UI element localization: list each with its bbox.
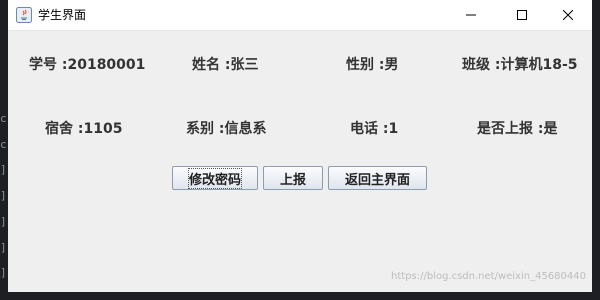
back-to-main-button[interactable]: 返回主界面 (328, 166, 427, 190)
maximize-icon (517, 10, 527, 20)
change-password-label: 修改密码 (187, 167, 243, 189)
close-button[interactable] (545, 0, 591, 30)
student-id-label: 学号 :20180001 (29, 57, 146, 73)
class-label: 班级 :计算机18-5 (462, 57, 578, 73)
background-code-glyph: ] (0, 266, 7, 279)
name-label: 姓名 :张三 (192, 57, 259, 73)
student-window: 学生界面 学号 :20180001 姓名 :张三 性别 :男 班级 :计算机18… (8, 0, 592, 292)
window-title: 学生界面 (38, 8, 87, 22)
back-to-main-label: 返回主界面 (344, 171, 410, 187)
student-info-panel: 学号 :20180001 姓名 :张三 性别 :男 班级 :计算机18-5 宿舍… (8, 31, 592, 292)
phone-label: 电话 :1 (350, 121, 399, 137)
dorm-label: 宿舍 :1105 (45, 121, 123, 137)
close-icon (563, 10, 573, 20)
background-code-glyph: ] (0, 215, 7, 228)
report-label: 上报 (279, 171, 306, 187)
title-bar[interactable]: 学生界面 (8, 0, 592, 31)
background-code-glyph: ] (0, 241, 7, 254)
maximize-button[interactable] (499, 0, 545, 30)
reported-status-label: 是否上报 :是 (477, 121, 558, 137)
background-code-glyph: ] (0, 163, 7, 176)
background-code-glyph: c (0, 112, 7, 125)
department-label: 系别 :信息系 (186, 121, 267, 137)
background-code-glyph: c (0, 138, 7, 151)
minimize-button[interactable] (448, 0, 494, 30)
background-ide-panel: c c ] ] ] ] ] (0, 0, 8, 300)
minimize-icon (466, 14, 476, 16)
background-code-glyph: ] (0, 189, 7, 202)
java-app-icon (16, 7, 32, 23)
gender-label: 性别 :男 (346, 57, 399, 73)
report-button[interactable]: 上报 (263, 166, 323, 190)
change-password-button[interactable]: 修改密码 (172, 166, 258, 190)
watermark: https://blog.csdn.net/weixin_45680440 (390, 271, 586, 282)
